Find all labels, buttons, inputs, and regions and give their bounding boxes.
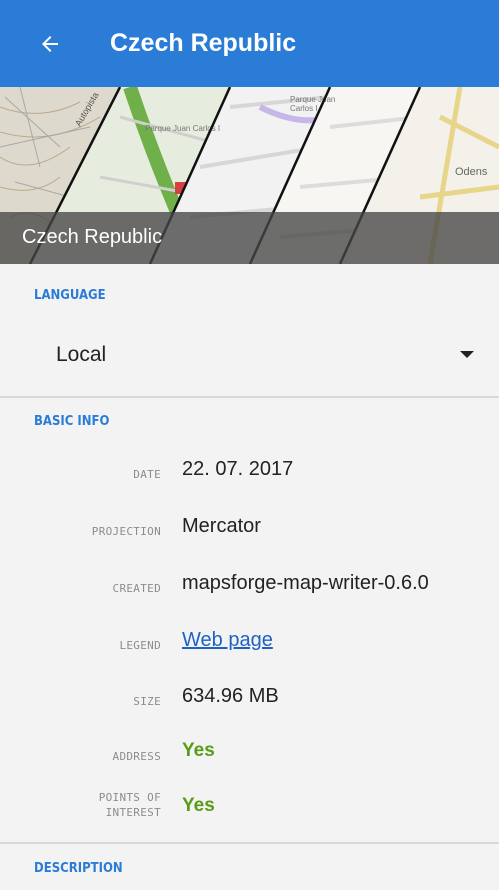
info-row-legend: LEGEND Web page (0, 626, 499, 666)
info-row-size: SIZE 634.96 MB (0, 682, 499, 722)
info-row-date: DATE 22. 07. 2017 (0, 455, 499, 495)
page-title: Czech Republic (110, 29, 297, 57)
banner-caption: Czech Republic (22, 226, 163, 248)
info-value: 22. 07. 2017 (182, 458, 294, 480)
info-value: mapsforge-map-writer-0.6.0 (182, 572, 429, 594)
info-value: 634.96 MB (182, 685, 279, 707)
arrow-left-icon (42, 36, 58, 52)
svg-text:Carlos I: Carlos I (290, 104, 318, 113)
info-label: LEGEND (119, 639, 161, 652)
info-label: SIZE (133, 695, 161, 708)
info-label: DATE (133, 468, 161, 481)
info-label: PROJECTION (91, 525, 161, 538)
banner-caption-bar: Czech Republic (0, 212, 499, 264)
info-label: POINTS OF INTEREST (98, 791, 161, 819)
app-bar: Czech Republic (0, 0, 499, 87)
info-label: ADDRESS (112, 750, 161, 763)
info-label: CREATED (112, 582, 161, 595)
info-row-address: ADDRESS Yes (0, 737, 499, 777)
svg-text:Parque Juan: Parque Juan (290, 95, 335, 104)
info-row-projection: PROJECTION Mercator (0, 512, 499, 552)
caret-down-icon (460, 351, 474, 358)
address-yes-value: Yes (182, 740, 215, 761)
info-row-created: CREATED mapsforge-map-writer-0.6.0 (0, 569, 499, 609)
info-value: Mercator (182, 515, 261, 537)
back-button[interactable] (32, 26, 68, 62)
section-header-description: DESCRIPTION (34, 861, 123, 876)
legend-web-page-link[interactable]: Web page (182, 629, 273, 652)
map-preview-banner: Odens Parque Juan Carlos I Parque Juan C… (0, 87, 499, 264)
section-divider (0, 842, 499, 844)
section-header-language: LANGUAGE (34, 288, 106, 303)
section-header-basic-info: BASIC INFO (34, 414, 110, 429)
language-selected-value: Local (56, 343, 107, 366)
svg-text:Odens: Odens (455, 166, 488, 178)
info-row-points-of-interest: POINTS OF INTEREST Yes (0, 784, 499, 832)
language-dropdown[interactable]: Local (0, 320, 499, 390)
section-divider (0, 396, 499, 398)
poi-yes-value: Yes (182, 795, 215, 816)
